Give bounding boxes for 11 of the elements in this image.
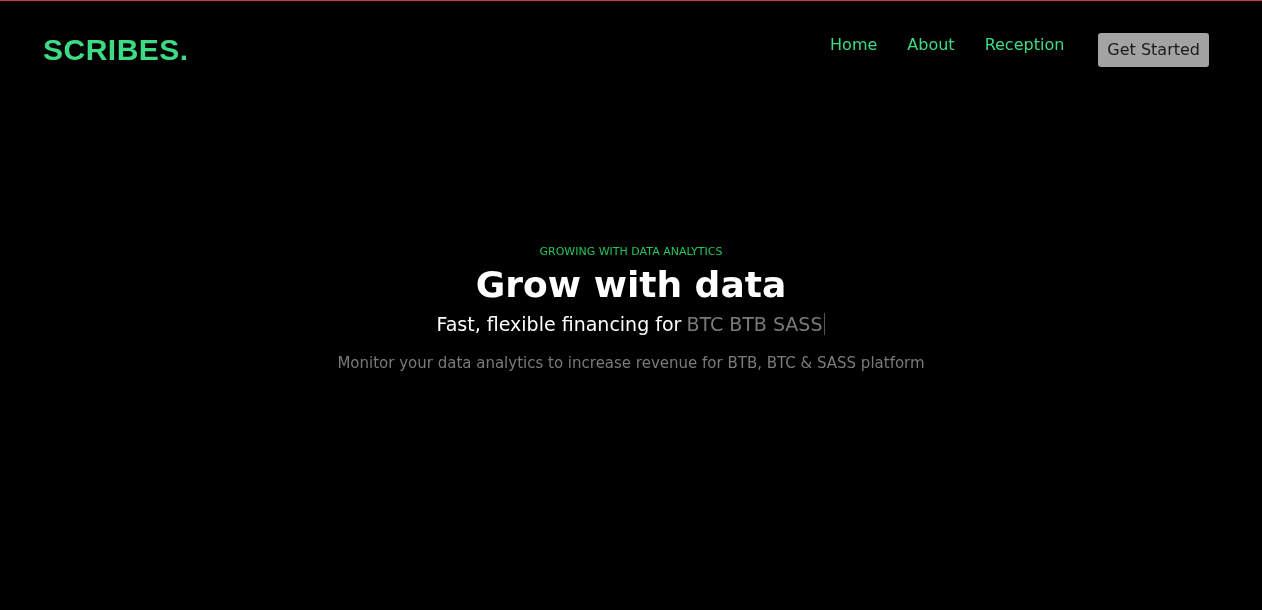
nav-link[interactable]: Home <box>830 33 878 57</box>
eyebrow-text: GROWING WITH DATA ANALYTICS <box>539 244 723 260</box>
hero-title: Grow with data <box>475 262 787 307</box>
logo-text[interactable]: SCRIBES. <box>43 27 189 72</box>
text-cursor <box>824 312 826 335</box>
nav-link[interactable]: About <box>907 33 955 57</box>
get-started-button[interactable]: Get Started <box>1098 32 1209 67</box>
typed-text: BTC BTB SASS <box>686 311 823 337</box>
tagline-text: Fast, flexible financing for <box>436 311 682 337</box>
description-text: Monitor your data analytics to increase revenue for BTB, BTC & SASS platform <box>337 353 925 374</box>
nav-link[interactable]: Reception <box>984 33 1065 57</box>
